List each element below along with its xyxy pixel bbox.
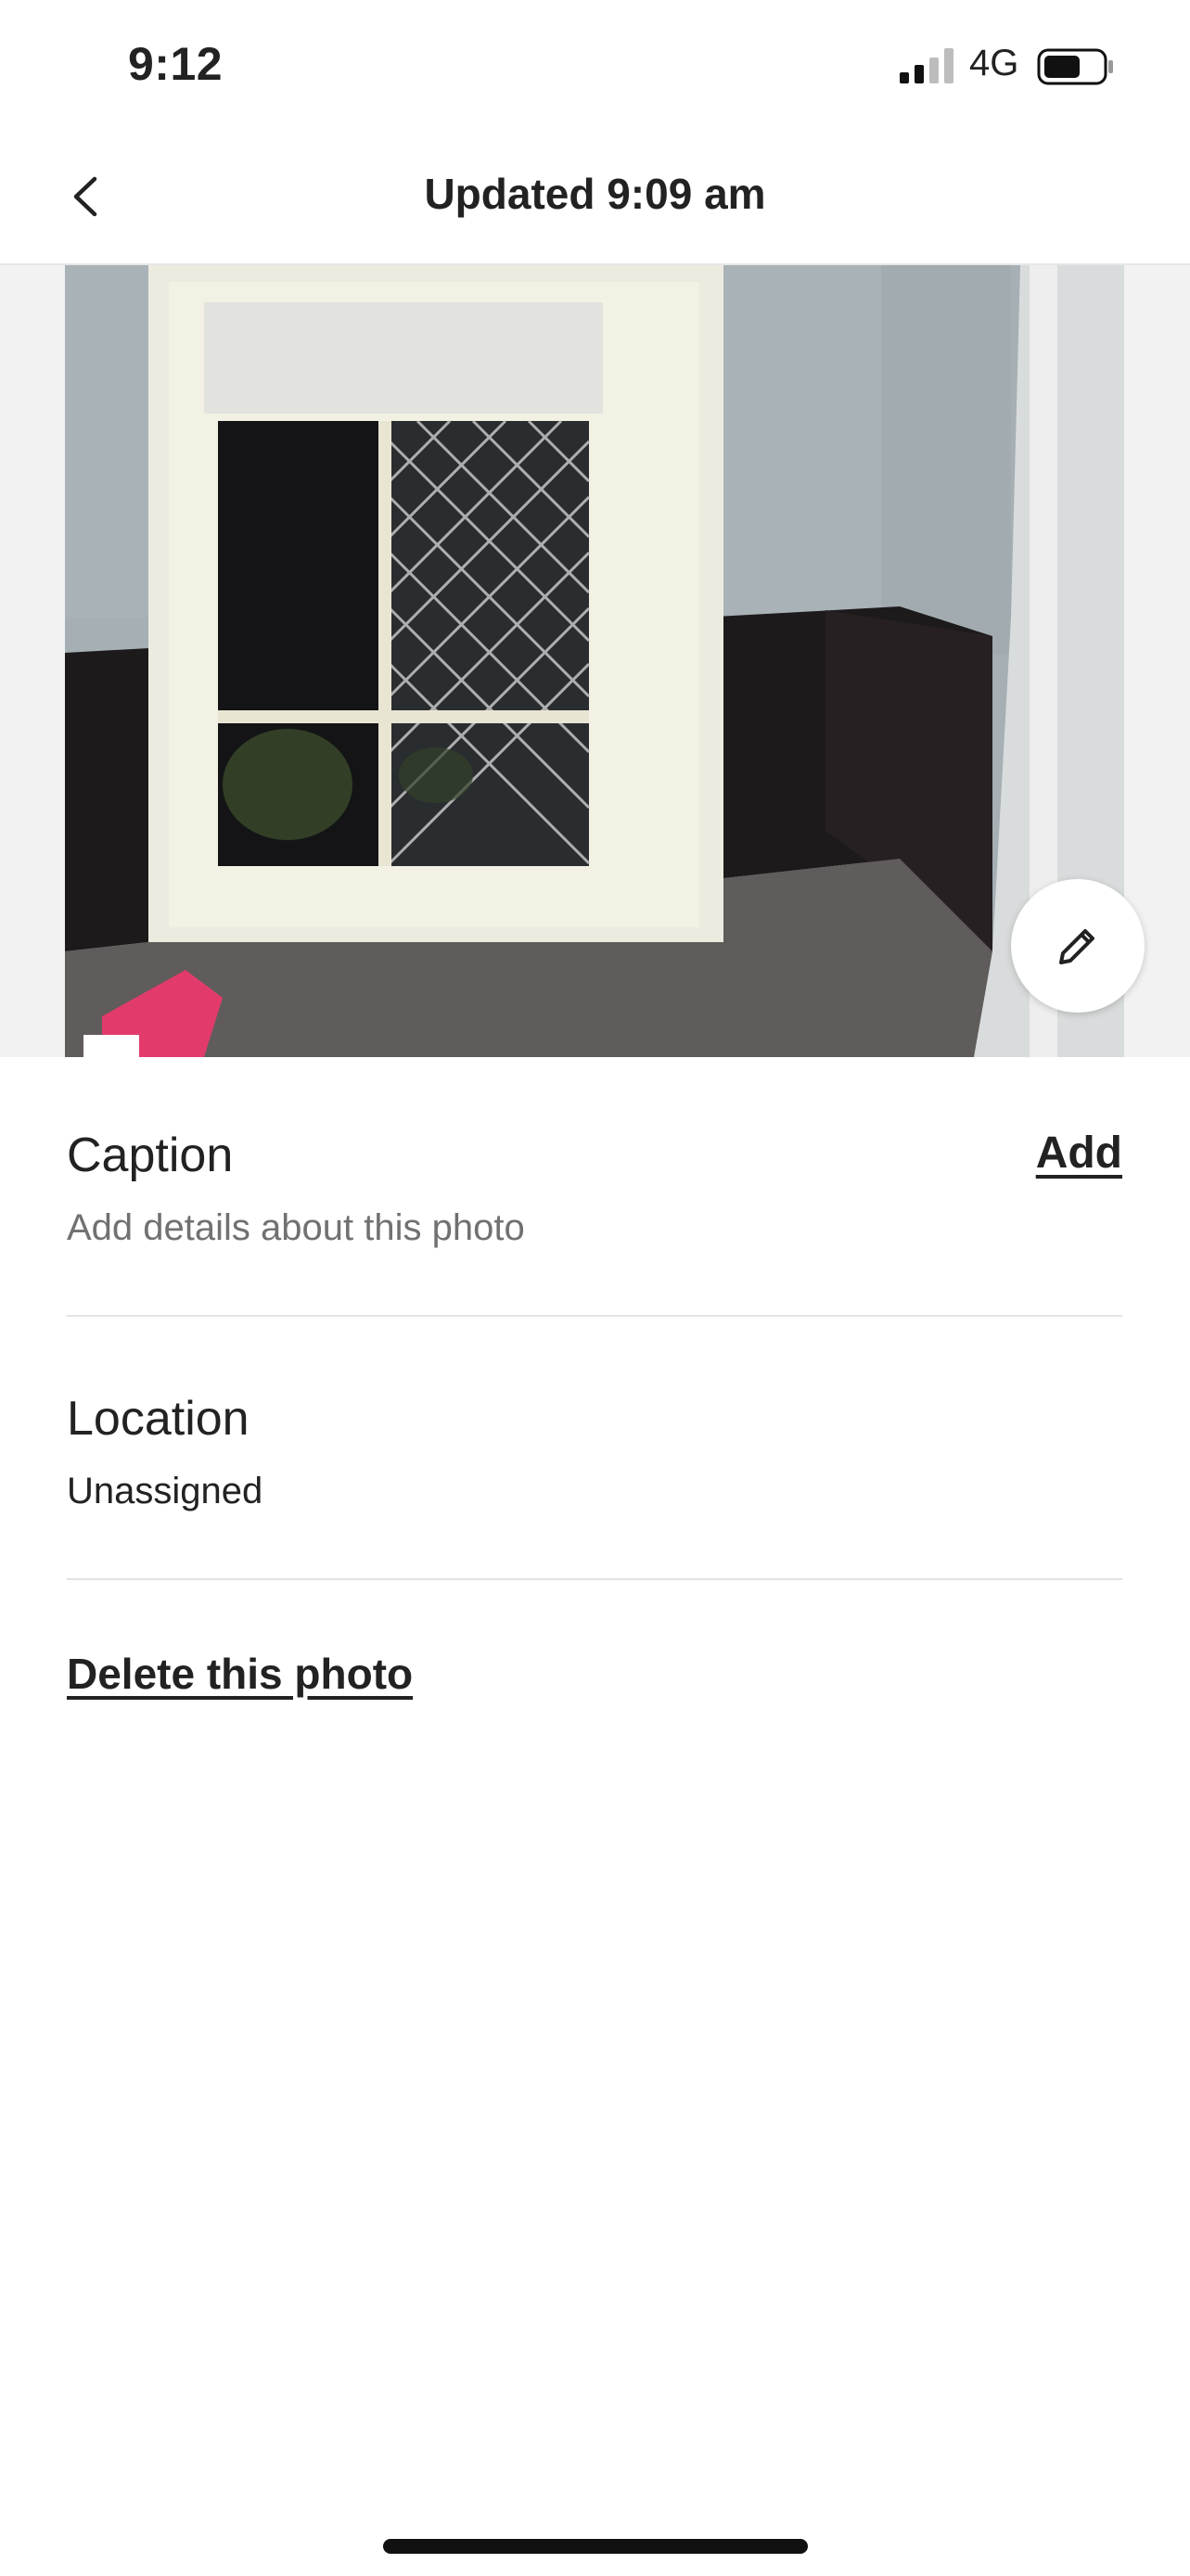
- location-section[interactable]: Location Unassigned: [67, 1391, 1122, 1512]
- edit-photo-button[interactable]: [1011, 879, 1145, 1013]
- pencil-icon: [1059, 929, 1094, 964]
- home-indicator: [383, 2539, 808, 2554]
- status-bar: 9:12 4G: [0, 0, 1190, 130]
- room-photo-illustration: [65, 265, 1124, 1057]
- room-photo[interactable]: [65, 265, 1124, 1057]
- add-caption-link[interactable]: Add: [1036, 1128, 1122, 1179]
- delete-photo-link[interactable]: Delete this photo: [67, 1649, 413, 1699]
- page-title: Updated 9:09 am: [424, 170, 766, 218]
- location-value: Unassigned: [67, 1471, 263, 1511]
- caption-label: Caption: [67, 1129, 234, 1182]
- location-label: Location: [67, 1392, 250, 1446]
- caption-section: Caption Add details about this photo Add: [67, 1128, 1122, 1249]
- network-type: 4G: [969, 43, 1019, 83]
- caption-placeholder: Add details about this photo: [67, 1207, 525, 1248]
- divider: [67, 1315, 1122, 1317]
- divider: [67, 1578, 1122, 1580]
- top-navigation-bar: Updated 9:09 am: [0, 130, 1190, 265]
- status-time: 9:12: [128, 38, 224, 90]
- cellular-signal-icon: [900, 48, 953, 83]
- battery-icon: [1037, 48, 1113, 85]
